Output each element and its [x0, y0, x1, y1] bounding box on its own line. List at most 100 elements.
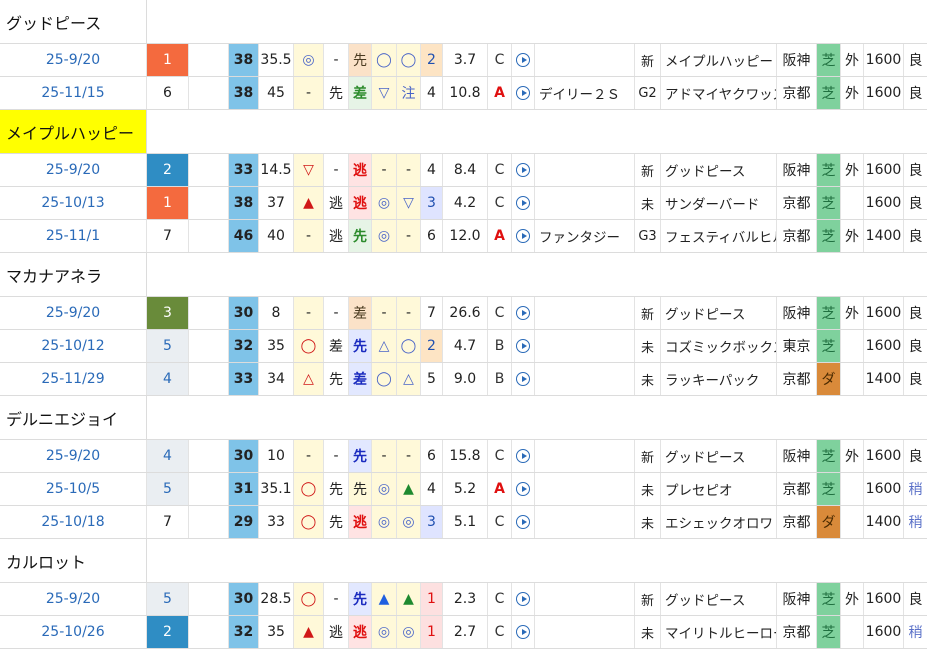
race-name — [535, 330, 635, 362]
mark-2: - — [324, 44, 349, 76]
running-style: 差 — [349, 297, 372, 329]
race-name: ファンタジー — [535, 220, 635, 252]
play-circle-icon[interactable] — [516, 306, 530, 320]
opponent-name: プレセピオ — [661, 473, 777, 505]
play-circle-icon[interactable] — [516, 163, 530, 177]
track-condition: 稍 — [908, 482, 923, 498]
speed-index: 32 — [229, 616, 259, 648]
finish-rank: 5 — [147, 330, 189, 362]
play-replay-button[interactable] — [512, 154, 535, 186]
play-replay-button[interactable] — [512, 44, 535, 76]
mark-1: ▽ — [294, 154, 324, 186]
race-date-link[interactable]: 25-9/20 — [0, 154, 147, 186]
racecourse: 京都 — [777, 506, 817, 538]
racecourse: 阪神 — [777, 583, 817, 615]
finish-rank: 2 — [147, 154, 189, 186]
grade: C — [488, 187, 512, 219]
race-history-table: グッドピース 25-9/20 1 38 35.5 ◎ - 先 ◯ ◯ 2 3.7 C 新メイプルハッピー阪… — [0, 0, 927, 654]
race-date-link[interactable]: 25-10/12 — [0, 330, 147, 362]
finish-rank: 1 — [147, 44, 189, 76]
distance: 1600 — [864, 440, 904, 472]
play-circle-icon[interactable] — [516, 515, 530, 529]
horse-header-filler — [147, 110, 927, 153]
play-circle-icon[interactable] — [516, 196, 530, 210]
race-name — [535, 616, 635, 648]
race-class: 未 — [635, 506, 661, 538]
odds: 10.8 — [443, 77, 488, 109]
play-circle-icon[interactable] — [516, 86, 530, 100]
blank-cell — [189, 297, 229, 329]
play-circle-icon[interactable] — [516, 482, 530, 496]
running-style: 逃 — [349, 154, 372, 186]
horse-name[interactable]: マカナアネラ — [0, 253, 147, 296]
opponent-name: コズミックボックス — [661, 330, 777, 362]
mark-4: 注 — [397, 77, 421, 109]
play-replay-button[interactable] — [512, 187, 535, 219]
play-replay-button[interactable] — [512, 473, 535, 505]
play-replay-button[interactable] — [512, 77, 535, 109]
running-style: 逃 — [349, 506, 372, 538]
mark-3: ◎ — [372, 187, 397, 219]
track-surface: 芝 — [817, 616, 841, 648]
race-date-link[interactable]: 25-11/29 — [0, 363, 147, 395]
play-replay-button[interactable] — [512, 616, 535, 648]
speed-index: 30 — [229, 440, 259, 472]
horse-name[interactable]: デルニエジョイ — [0, 396, 147, 439]
race-date-link[interactable]: 25-10/5 — [0, 473, 147, 505]
play-circle-icon[interactable] — [516, 339, 530, 353]
mark-2: 先 — [324, 77, 349, 109]
running-style: 逃 — [349, 187, 372, 219]
racecourse: 京都 — [777, 187, 817, 219]
race-row: 25-11/1 7 46 40- 逃先 ◎ -6 12.0 A ファンタジー G3 フェスティバルヒル… — [0, 220, 927, 253]
play-circle-icon[interactable] — [516, 592, 530, 606]
play-circle-icon[interactable] — [516, 372, 530, 386]
play-circle-icon[interactable] — [516, 53, 530, 67]
speed-index: 33 — [229, 363, 259, 395]
race-row: 25-10/26 2 32 35 ▲ 逃逃 ◎ ◎ 1 2.7 C 未マイリトルヒーロー 京都芝 1600… — [0, 616, 927, 649]
play-circle-icon[interactable] — [516, 229, 530, 243]
play-replay-button[interactable] — [512, 330, 535, 362]
play-replay-button[interactable] — [512, 583, 535, 615]
race-date-link[interactable]: 25-10/18 — [0, 506, 147, 538]
race-row: 25-9/20 5 30 28.5 ◯ - 先 ▲ ▲ 1 2.3 C 新グッドピース 阪神芝外 1600 良 — [0, 583, 927, 616]
mark-3: ▽ — [372, 77, 397, 109]
inner-outer: 外 — [841, 440, 864, 472]
race-date-link[interactable]: 25-11/1 — [0, 220, 147, 252]
play-replay-button[interactable] — [512, 220, 535, 252]
play-circle-icon[interactable] — [516, 625, 530, 639]
mark-1: △ — [294, 363, 324, 395]
distance: 1600 — [864, 77, 904, 109]
blank-cell — [189, 506, 229, 538]
race-date-link[interactable]: 25-11/15 — [0, 77, 147, 109]
finish-rank: 5 — [147, 583, 189, 615]
race-date-link[interactable]: 25-9/20 — [0, 297, 147, 329]
race-name — [535, 473, 635, 505]
horse-name[interactable]: グッドピース — [0, 0, 147, 43]
play-replay-button[interactable] — [512, 363, 535, 395]
play-replay-button[interactable] — [512, 440, 535, 472]
track-surface: 芝 — [817, 297, 841, 329]
track-surface: 芝 — [817, 583, 841, 615]
race-date-link[interactable]: 25-9/20 — [0, 583, 147, 615]
racecourse: 東京 — [777, 330, 817, 362]
running-style: 先 — [349, 44, 372, 76]
mark-4: △ — [397, 363, 421, 395]
horse-name[interactable]: カルロット — [0, 539, 147, 582]
horse-name[interactable]: メイプルハッピー — [0, 110, 147, 153]
mark-1: - — [294, 220, 324, 252]
track-condition: 稍 — [908, 515, 923, 531]
play-circle-icon[interactable] — [516, 449, 530, 463]
race-date-link[interactable]: 25-9/20 — [0, 44, 147, 76]
track-condition: 良 — [908, 229, 923, 245]
horse-header-row: マカナアネラ — [0, 253, 927, 297]
race-date-link[interactable]: 25-10/26 — [0, 616, 147, 648]
speed-index: 38 — [229, 44, 259, 76]
rating-value: 37 — [259, 187, 294, 219]
play-replay-button[interactable] — [512, 297, 535, 329]
race-class: 未 — [635, 616, 661, 648]
race-date-link[interactable]: 25-10/13 — [0, 187, 147, 219]
horse-header-filler — [147, 396, 927, 439]
race-class: 新 — [635, 583, 661, 615]
play-replay-button[interactable] — [512, 506, 535, 538]
race-date-link[interactable]: 25-9/20 — [0, 440, 147, 472]
